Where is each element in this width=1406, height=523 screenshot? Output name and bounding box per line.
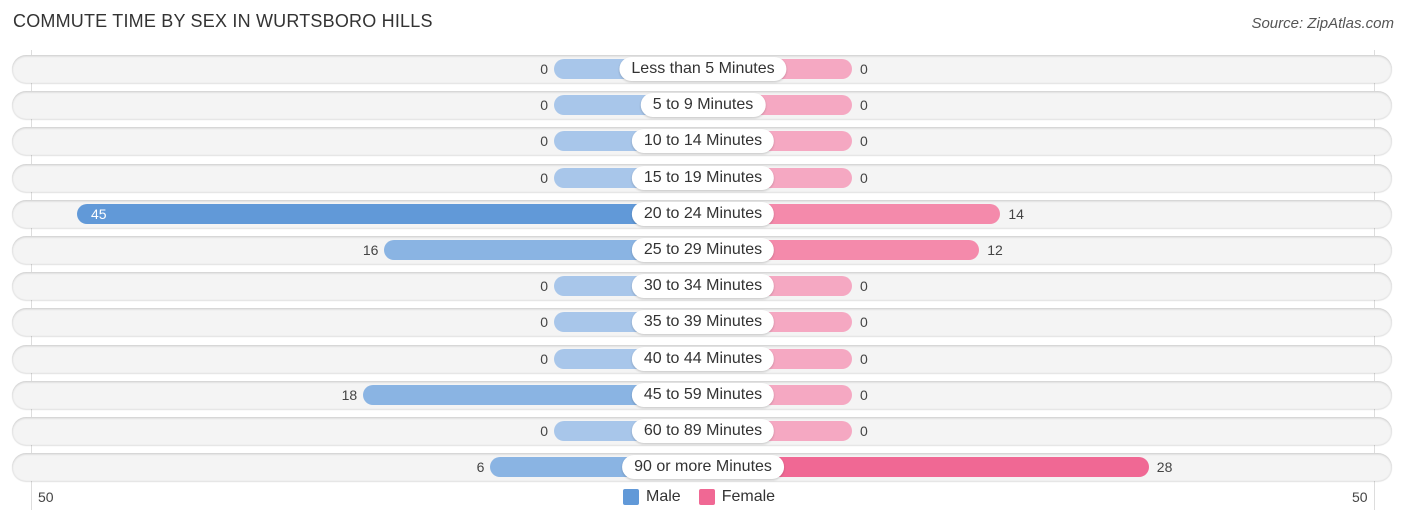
category-label: 5 to 9 Minutes [640,93,766,118]
category-label: 10 to 14 Minutes [631,129,775,154]
value-label-female: 14 [1008,205,1024,222]
legend: Male Female [623,488,785,506]
bar-male[interactable] [77,203,703,224]
chart-title: COMMUTE TIME BY SEX IN WURTSBORO HILLS [13,11,433,31]
value-label-male: 16 [362,242,379,258]
category-label: 30 to 34 Minutes [631,274,775,299]
value-label-female: 0 [860,386,868,403]
value-label-female: 0 [860,97,868,114]
category-label: 60 to 89 Minutes [631,419,775,443]
value-label-male: 0 [540,169,548,186]
value-label-female: 0 [860,169,868,186]
value-label-female: 0 [860,278,868,295]
value-label-female: 28 [1156,459,1173,476]
legend-item-female[interactable]: Female [698,488,776,506]
category-label: 90 or more Minutes [622,455,784,480]
axis-tick-left: 50 [38,489,54,505]
value-label-male: 6 [476,459,485,476]
value-label-male: 0 [540,314,548,331]
value-label-male: 0 [540,350,548,367]
legend-item-male[interactable]: Male [623,488,681,506]
value-label-female: 0 [860,314,868,331]
legend-swatch-male [623,489,639,505]
value-label-female: 0 [860,423,868,439]
category-label: 35 to 39 Minutes [631,310,775,335]
legend-label-female: Female [721,488,776,505]
category-label: 40 to 44 Minutes [631,346,775,371]
axis-tick-right: 50 [1352,489,1368,505]
legend-swatch-female [698,489,715,505]
value-label-female: 12 [987,242,1003,258]
category-label: 20 to 24 Minutes [631,201,775,226]
category-label: 25 to 29 Minutes [631,238,775,262]
category-label: 45 to 59 Minutes [631,382,775,407]
value-label-female: 0 [860,61,868,77]
category-label: 15 to 19 Minutes [631,165,775,190]
value-label-male: 0 [540,61,548,77]
value-label-male: 0 [540,133,548,150]
value-label-male: 0 [540,278,548,295]
value-label-male: 45 [91,205,107,222]
value-label-male: 0 [540,97,548,114]
value-label-male: 0 [540,423,548,439]
source-label: Source: ZipAtlas.com [1251,15,1394,32]
value-label-female: 0 [860,133,868,150]
value-label-female: 0 [860,350,868,367]
legend-label-male: Male [646,488,681,505]
category-label: Less than 5 Minutes [619,57,787,81]
value-label-male: 18 [341,386,358,403]
